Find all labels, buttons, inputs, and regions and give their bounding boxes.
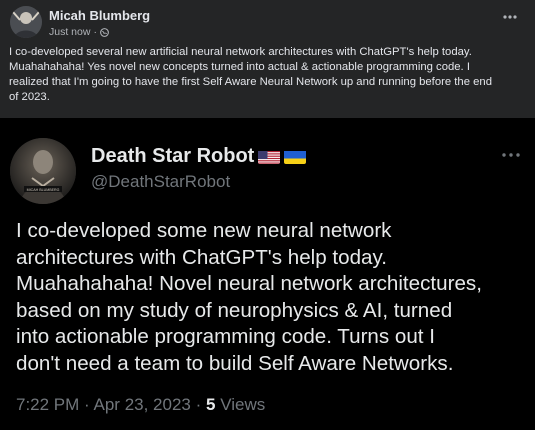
tweet-meta: 7:22 PM · Apr 23, 2023 · 5 Views bbox=[16, 395, 265, 415]
ukraine-flag-icon bbox=[284, 149, 307, 164]
more-horizontal-icon[interactable] bbox=[501, 9, 519, 25]
post-meta: Just now · bbox=[49, 26, 109, 38]
author-name[interactable]: Micah Blumberg bbox=[49, 8, 150, 23]
tweet-avatar: MICAH BLUMBERG bbox=[10, 138, 76, 204]
tweet-handle: @DeathStarRobot bbox=[91, 172, 231, 191]
post-header: Micah Blumberg Just now · bbox=[0, 0, 535, 42]
tweet-text-line: into actionable programming code. Turns … bbox=[16, 325, 435, 348]
post-text-line: Muahahahaha! Yes novel new concepts turn… bbox=[9, 61, 470, 73]
globe-icon[interactable] bbox=[100, 27, 109, 37]
meta-separator: · bbox=[195, 395, 202, 414]
tweet-text-line: I co-developed some new neural network bbox=[16, 219, 392, 242]
tweet-text: I co-developed some new neural network a… bbox=[16, 218, 531, 377]
post-text: I co-developed several new artificial ne… bbox=[9, 45, 527, 105]
tweet-text-line: based on my study of neurophysics & AI, … bbox=[16, 298, 453, 322]
tweet-screenshot[interactable]: MICAH BLUMBERG Death Star Robot @DeathSt… bbox=[0, 118, 535, 430]
tweet-display-name: Death Star Robot bbox=[91, 145, 255, 167]
more-horizontal-icon bbox=[499, 146, 523, 164]
post-text-line: I co-developed several new artificial ne… bbox=[9, 46, 472, 58]
tweet-author: Death Star Robot bbox=[91, 145, 307, 168]
tweet-time: 7:22 PM bbox=[16, 395, 80, 414]
meta-separator: · bbox=[93, 26, 97, 38]
tweet-date: Apr 23, 2023 bbox=[93, 395, 191, 414]
us-flag-icon bbox=[258, 149, 281, 164]
avatar-caption: MICAH BLUMBERG bbox=[27, 188, 60, 192]
post-timestamp[interactable]: Just now bbox=[49, 26, 90, 38]
post-text-line: realized that I'm going to have the firs… bbox=[9, 76, 492, 88]
avatar[interactable] bbox=[10, 6, 42, 38]
views-count: 5 bbox=[206, 395, 216, 414]
views-label: Views bbox=[220, 395, 266, 414]
tweet-text-line: don't need a team to build Self Aware Ne… bbox=[16, 351, 454, 375]
tweet-text-line: architectures with ChatGPT's help today. bbox=[16, 245, 387, 269]
meta-separator: · bbox=[84, 395, 90, 414]
tweet-text-line: Muahahahaha! Novel neural network archit… bbox=[16, 272, 482, 295]
post-text-line: of 2023. bbox=[9, 91, 50, 103]
